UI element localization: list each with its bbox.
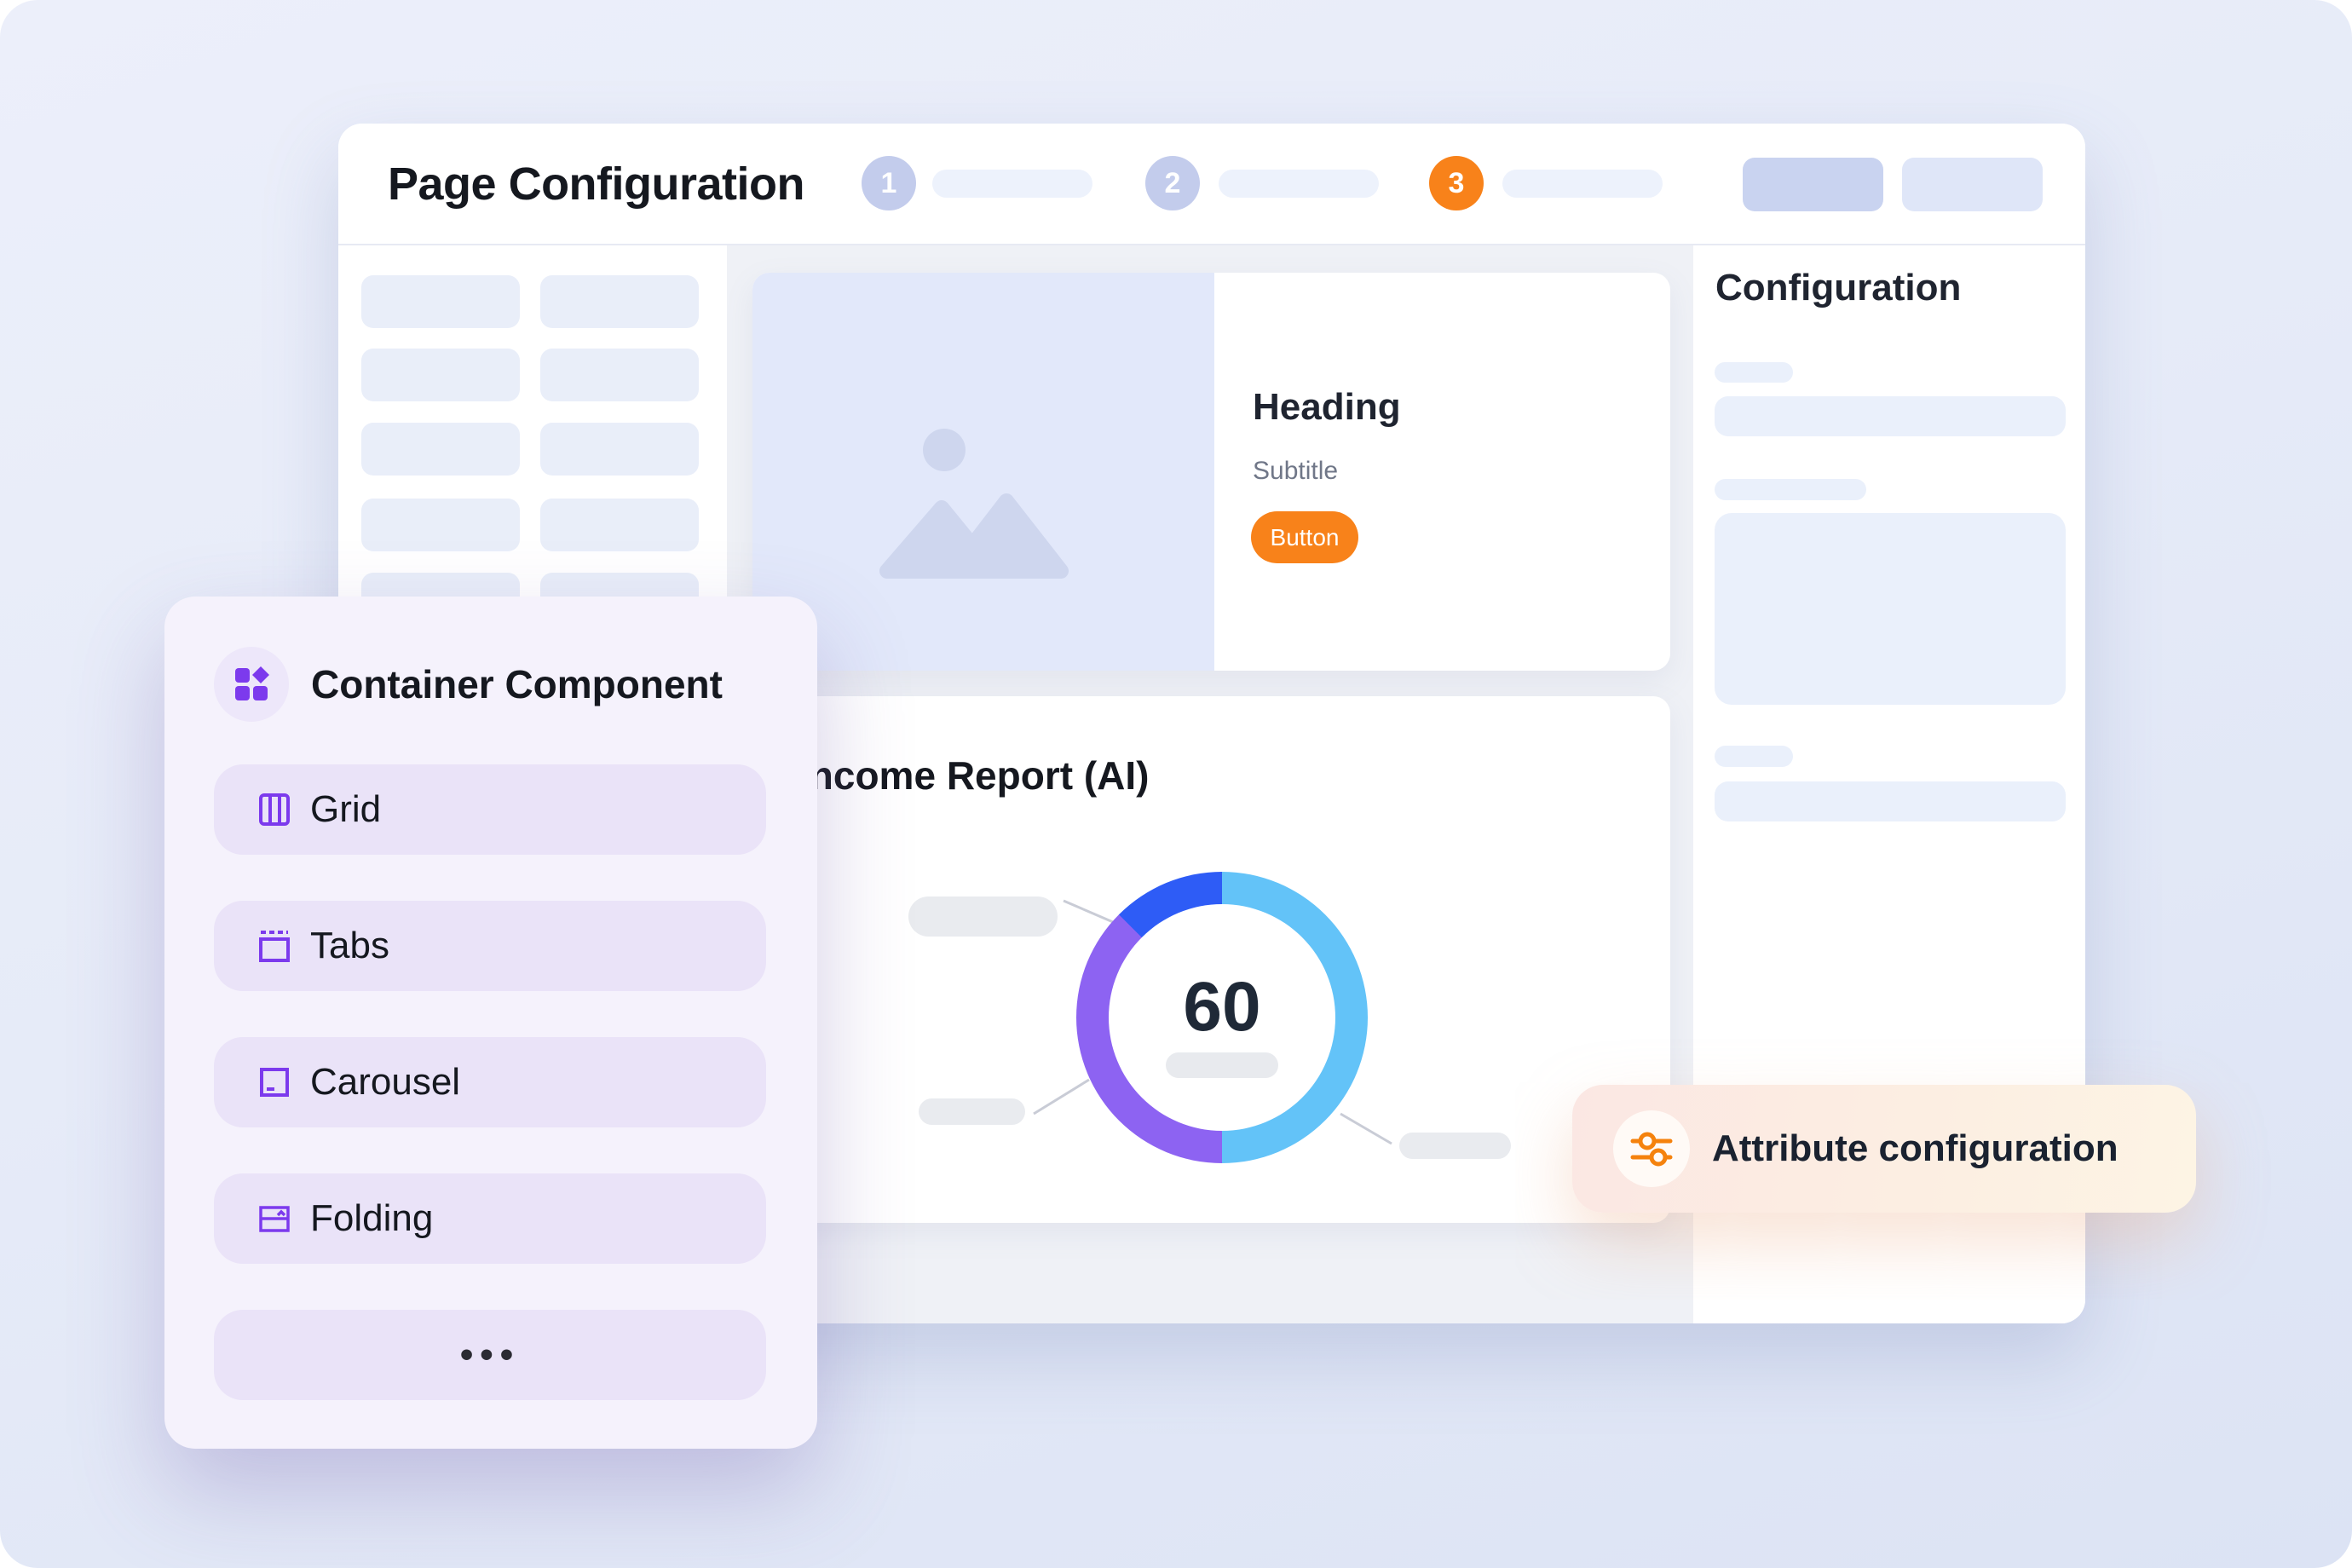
component-item-folding[interactable]: Folding [214,1173,766,1264]
donut-value: 60 [1183,972,1260,1042]
grid-icon [257,793,291,827]
image-placeholder [752,273,1214,671]
sidebar-item-placeholder[interactable] [361,349,520,401]
step-1-label-placeholder [932,170,1092,198]
sliders-icon-circle [1613,1110,1690,1187]
topbar-secondary-button-placeholder[interactable] [1902,158,2043,211]
configuration-title: Configuration [1715,267,1961,309]
attribute-configuration-badge[interactable]: Attribute configuration [1572,1085,2196,1213]
hero-block-card: Heading Subtitle Button [752,273,1670,671]
step-1-badge[interactable]: 1 [862,156,916,210]
widgets-icon [233,666,270,703]
step-2-label-placeholder [1219,170,1379,198]
sidebar-item-placeholder[interactable] [540,499,699,551]
folding-icon [257,1202,291,1236]
component-item-tabs[interactable]: Tabs [214,901,766,991]
tabs-icon [257,929,291,963]
window-topbar: Page Configuration 1 2 3 [338,124,2085,245]
step-3-badge[interactable]: 3 [1429,156,1484,210]
container-component-title: Container Component [311,661,723,707]
field-label-placeholder [1715,362,1793,383]
sidebar-item-placeholder[interactable] [361,423,520,476]
income-report-title: Income Report (AI) [798,752,1149,798]
income-report-card: Income Report (AI) 60 [752,696,1670,1223]
component-item-carousel[interactable]: Carousel [214,1037,766,1127]
chart-label-placeholder [919,1098,1025,1125]
image-placeholder-icon [863,409,1119,597]
attribute-configuration-label: Attribute configuration [1712,1127,2119,1170]
sidebar-item-placeholder[interactable] [361,275,520,328]
field-label-placeholder [1715,746,1793,767]
hero-button[interactable]: Button [1251,511,1358,563]
sidebar-item-placeholder[interactable] [540,275,699,328]
component-item-label: Carousel [310,1061,460,1104]
component-item-grid[interactable]: Grid [214,764,766,855]
more-dots: ••• [460,1334,520,1376]
carousel-icon [257,1065,291,1099]
component-more-item[interactable]: ••• [214,1310,766,1400]
sidebar-item-placeholder[interactable] [540,349,699,401]
component-item-label: Folding [310,1197,433,1240]
container-component-panel: Container Component Grid Tabs Carousel [164,597,817,1449]
sliders-icon [1628,1125,1675,1173]
hero-subtitle: Subtitle [1253,457,1338,486]
step-2-badge[interactable]: 2 [1145,156,1200,210]
donut-center: 60 [1166,972,1278,1078]
input-placeholder[interactable] [1715,396,2066,436]
hero-heading: Heading [1253,386,1401,429]
input-placeholder[interactable] [1715,781,2066,821]
sidebar-item-placeholder[interactable] [361,499,520,551]
sidebar-item-placeholder[interactable] [540,423,699,476]
screenshot-stage: Page Configuration 1 2 3 [0,0,2352,1568]
donut-ring: 60 [1076,872,1368,1163]
widgets-icon-badge [214,647,289,722]
chart-label-placeholder [1399,1133,1511,1159]
textarea-placeholder[interactable] [1715,513,2066,705]
component-item-label: Tabs [310,925,389,967]
field-label-placeholder [1715,479,1866,500]
editor-canvas: Heading Subtitle Button Income Report (A… [727,245,1693,1323]
component-item-label: Grid [310,788,381,831]
window-title: Page Configuration [388,158,804,210]
container-component-header: Container Component [214,647,723,722]
chart-label-placeholder [908,896,1058,937]
donut-label-placeholder [1166,1052,1278,1078]
step-3-label-placeholder [1502,170,1663,198]
topbar-primary-button-placeholder[interactable] [1743,158,1883,211]
